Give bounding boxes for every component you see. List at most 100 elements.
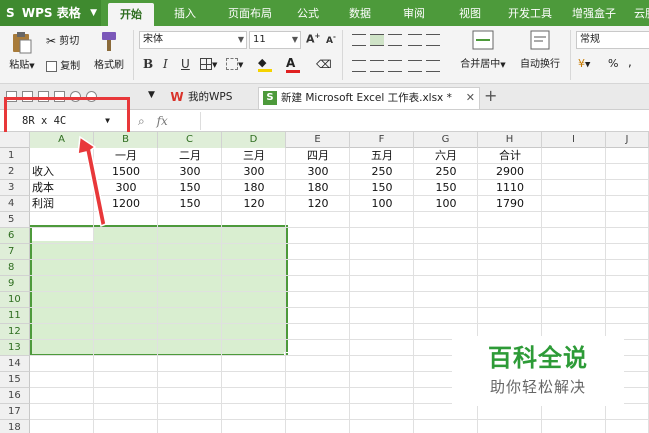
row-header-13[interactable]: 13: [0, 340, 30, 356]
cell-a2[interactable]: 收入: [30, 164, 94, 180]
cell-f3[interactable]: 150: [350, 180, 414, 196]
increase-indent-icon[interactable]: [426, 34, 440, 46]
select-all-corner[interactable]: [0, 132, 30, 148]
tab-cloud[interactable]: 云服: [630, 0, 649, 26]
cell-h1[interactable]: 合计: [478, 148, 542, 164]
percent-button[interactable]: %: [608, 57, 618, 70]
cell-c3[interactable]: 150: [158, 180, 222, 196]
column-header-b[interactable]: B: [94, 132, 158, 148]
row-header-3[interactable]: 3: [0, 180, 30, 196]
column-header-f[interactable]: F: [350, 132, 414, 148]
currency-button[interactable]: ¥▼: [578, 57, 590, 70]
column-header-i[interactable]: I: [542, 132, 606, 148]
wrap-text-button[interactable]: 自动换行: [516, 30, 564, 70]
add-tab-button[interactable]: +: [484, 86, 497, 105]
decrease-font-size-button[interactable]: A-: [326, 33, 336, 46]
clear-format-button[interactable]: ⌫: [316, 58, 332, 71]
cell-d2[interactable]: 300: [222, 164, 286, 180]
align-left-icon[interactable]: [352, 60, 366, 72]
column-header-a[interactable]: A: [30, 132, 94, 148]
cell-f4[interactable]: 100: [350, 196, 414, 212]
row-header-17[interactable]: 17: [0, 404, 30, 420]
tab-formulas[interactable]: 公式: [288, 0, 328, 26]
cell-e2[interactable]: 300: [286, 164, 350, 180]
cell-a1[interactable]: [30, 148, 94, 164]
tab-insert[interactable]: 插入: [162, 0, 208, 26]
row-header-7[interactable]: 7: [0, 244, 30, 260]
cell-g2[interactable]: 250: [414, 164, 478, 180]
cell-c1[interactable]: 二月: [158, 148, 222, 164]
align-right-icon[interactable]: [388, 60, 402, 72]
column-header-j[interactable]: J: [606, 132, 649, 148]
cell-g4[interactable]: 100: [414, 196, 478, 212]
tab-data[interactable]: 数据: [340, 0, 380, 26]
formula-input[interactable]: [200, 112, 649, 130]
cell-f1[interactable]: 五月: [350, 148, 414, 164]
tab-home[interactable]: 开始: [108, 3, 154, 26]
tab-review[interactable]: 审阅: [394, 0, 434, 26]
align-top-icon[interactable]: [352, 34, 366, 46]
font-size-select[interactable]: 11 ▼: [249, 31, 301, 49]
cell-b3[interactable]: 300: [94, 180, 158, 196]
close-icon[interactable]: ✕: [466, 88, 475, 108]
comma-button[interactable]: ,: [628, 55, 632, 69]
cut-button[interactable]: ✂ 剪切: [46, 32, 79, 48]
align-middle-icon[interactable]: [370, 34, 384, 46]
row-header-18[interactable]: 18: [0, 420, 30, 433]
cell-d3[interactable]: 180: [222, 180, 286, 196]
cell-b4[interactable]: 1200: [94, 196, 158, 212]
row-header-8[interactable]: 8: [0, 260, 30, 276]
row-header-4[interactable]: 4: [0, 196, 30, 212]
cell-h4[interactable]: 1790: [478, 196, 542, 212]
tab-enhanced-box[interactable]: 增强盒子: [566, 0, 622, 26]
row-header-5[interactable]: 5: [0, 212, 30, 228]
cell-g3[interactable]: 150: [414, 180, 478, 196]
align-bottom-icon[interactable]: [388, 34, 402, 46]
cell-e1[interactable]: 四月: [286, 148, 350, 164]
format-painter-button[interactable]: 格式刷: [92, 30, 126, 71]
row-header-2[interactable]: 2: [0, 164, 30, 180]
column-header-c[interactable]: C: [158, 132, 222, 148]
column-header-d[interactable]: D: [222, 132, 286, 148]
tab-developer[interactable]: 开发工具: [500, 0, 560, 26]
row-header-14[interactable]: 14: [0, 356, 30, 372]
row-header-12[interactable]: 12: [0, 324, 30, 340]
cell-style-button[interactable]: ▼: [226, 58, 243, 70]
merge-center-button[interactable]: 合并居中▼: [458, 30, 508, 70]
justify-icon[interactable]: [408, 60, 422, 72]
italic-button[interactable]: I: [163, 57, 168, 71]
tab-view[interactable]: 视图: [450, 0, 490, 26]
row-header-1[interactable]: 1: [0, 148, 30, 164]
cell-b2[interactable]: 1500: [94, 164, 158, 180]
cell-g1[interactable]: 六月: [414, 148, 478, 164]
fill-color-button[interactable]: ◆: [258, 56, 272, 72]
active-cell[interactable]: [32, 227, 94, 241]
quick-access-menu-icon[interactable]: ▼: [148, 90, 155, 100]
underline-button[interactable]: U: [181, 57, 190, 71]
row-header-10[interactable]: 10: [0, 292, 30, 308]
column-header-g[interactable]: G: [414, 132, 478, 148]
cell-c4[interactable]: 150: [158, 196, 222, 212]
row-header-16[interactable]: 16: [0, 388, 30, 404]
copy-button[interactable]: 复制: [46, 57, 80, 72]
column-header-h[interactable]: H: [478, 132, 542, 148]
number-format-select[interactable]: 常规: [576, 31, 649, 49]
row-header-9[interactable]: 9: [0, 276, 30, 292]
cell-f2[interactable]: 250: [350, 164, 414, 180]
doc-tab-excel-file[interactable]: S 新建 Microsoft Excel 工作表.xlsx * ✕: [258, 87, 480, 109]
cell-e3[interactable]: 180: [286, 180, 350, 196]
tab-page-layout[interactable]: 页面布局: [218, 0, 282, 26]
doc-tab-my-wps[interactable]: W 我的WPS: [166, 87, 258, 109]
increase-font-size-button[interactable]: A+: [306, 32, 320, 46]
app-menu-button[interactable]: S WPS 表格 ▼: [0, 0, 101, 26]
cell-d4[interactable]: 120: [222, 196, 286, 212]
insert-function-button[interactable]: fx: [157, 114, 168, 128]
cell-h3[interactable]: 1110: [478, 180, 542, 196]
cell-d1[interactable]: 三月: [222, 148, 286, 164]
zoom-search-icon[interactable]: ⌕: [138, 114, 145, 128]
bold-button[interactable]: B: [143, 57, 153, 71]
cell-e4[interactable]: 120: [286, 196, 350, 212]
row-header-6[interactable]: 6: [0, 228, 30, 244]
borders-button[interactable]: ▼: [200, 58, 217, 70]
font-name-select[interactable]: 宋体 ▼: [139, 31, 247, 49]
